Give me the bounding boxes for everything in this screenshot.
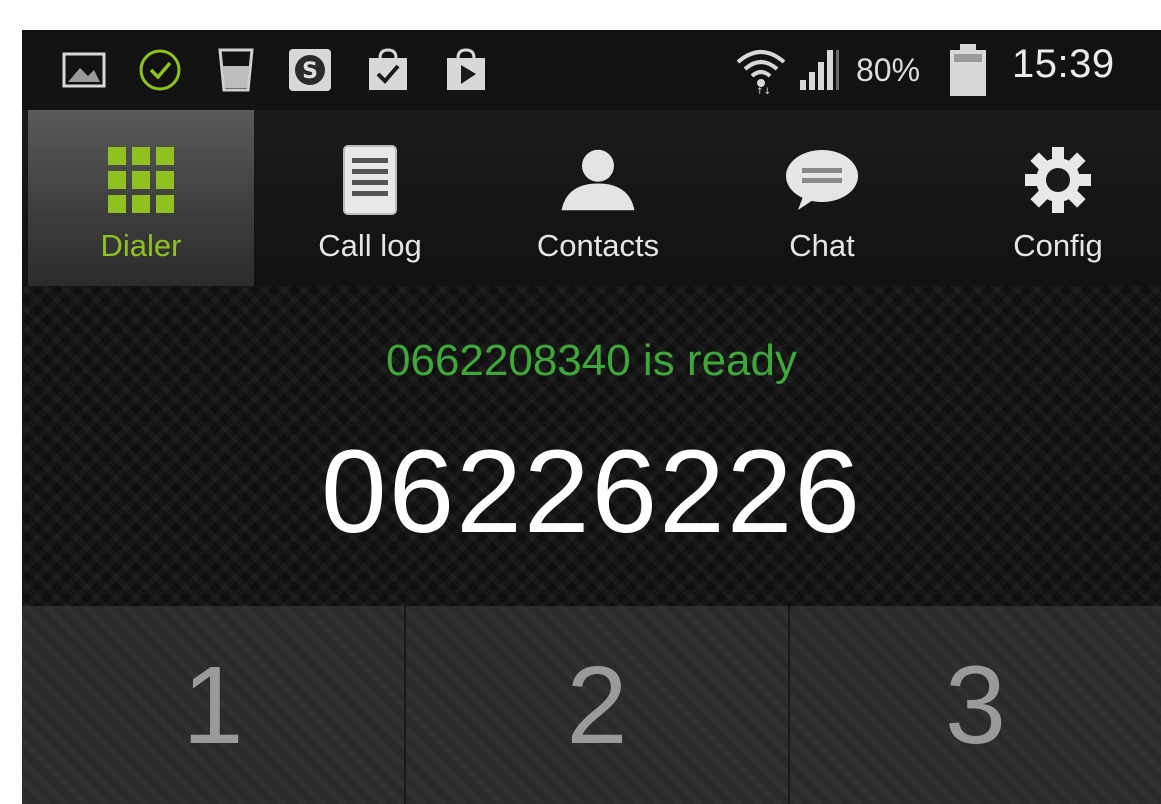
tab-dialer[interactable]: Dialer [28, 110, 254, 286]
key-3[interactable]: 3 [790, 606, 1161, 804]
status-bar: S ↑↓ 80% 15:39 [22, 30, 1161, 110]
tab-config[interactable]: Config [988, 110, 1128, 286]
wifi-icon: ↑↓ [736, 50, 786, 94]
svg-text:S: S [302, 59, 318, 84]
gallery-icon [62, 52, 106, 88]
clock: 15:39 [1012, 42, 1115, 86]
keypad-grid-icon [101, 140, 181, 220]
dialer-display: 0662208340 is ready 06226226 [22, 286, 1161, 606]
keypad: 1 2 3 [22, 606, 1161, 804]
tab-label: Config [1013, 228, 1103, 263]
key-1[interactable]: 1 [22, 606, 406, 804]
speech-bubble-icon [782, 140, 862, 220]
signal-icon [800, 50, 839, 90]
tab-chat[interactable]: Chat [752, 110, 892, 286]
key-2[interactable]: 2 [406, 606, 790, 804]
glass-icon [218, 48, 254, 92]
tab-label: Chat [789, 228, 855, 263]
tab-label: Dialer [100, 228, 182, 263]
svg-text:↑↓: ↑↓ [756, 87, 771, 94]
tab-call-log[interactable]: Call log [284, 110, 456, 286]
account-status: 0662208340 is ready [386, 336, 797, 385]
checkbox-bag-icon [369, 48, 407, 90]
document-list-icon [330, 140, 410, 220]
tab-label: Call log [318, 228, 422, 263]
person-icon [558, 140, 638, 220]
tab-label: Contacts [536, 228, 660, 263]
check-circle-icon [139, 49, 181, 91]
battery-icon [950, 44, 986, 96]
tab-bar: Dialer Call log Contacts Chat Config [22, 110, 1161, 288]
play-store-icon [447, 48, 485, 90]
phone-screen: S ↑↓ 80% 15:39 Dialer Call log Contacts … [22, 30, 1161, 804]
gear-icon [1018, 140, 1098, 220]
dialed-number[interactable]: 06226226 [22, 424, 1161, 560]
tab-contacts[interactable]: Contacts [508, 110, 688, 286]
skype-icon: S [289, 49, 331, 91]
battery-percent: 80% [856, 52, 921, 88]
